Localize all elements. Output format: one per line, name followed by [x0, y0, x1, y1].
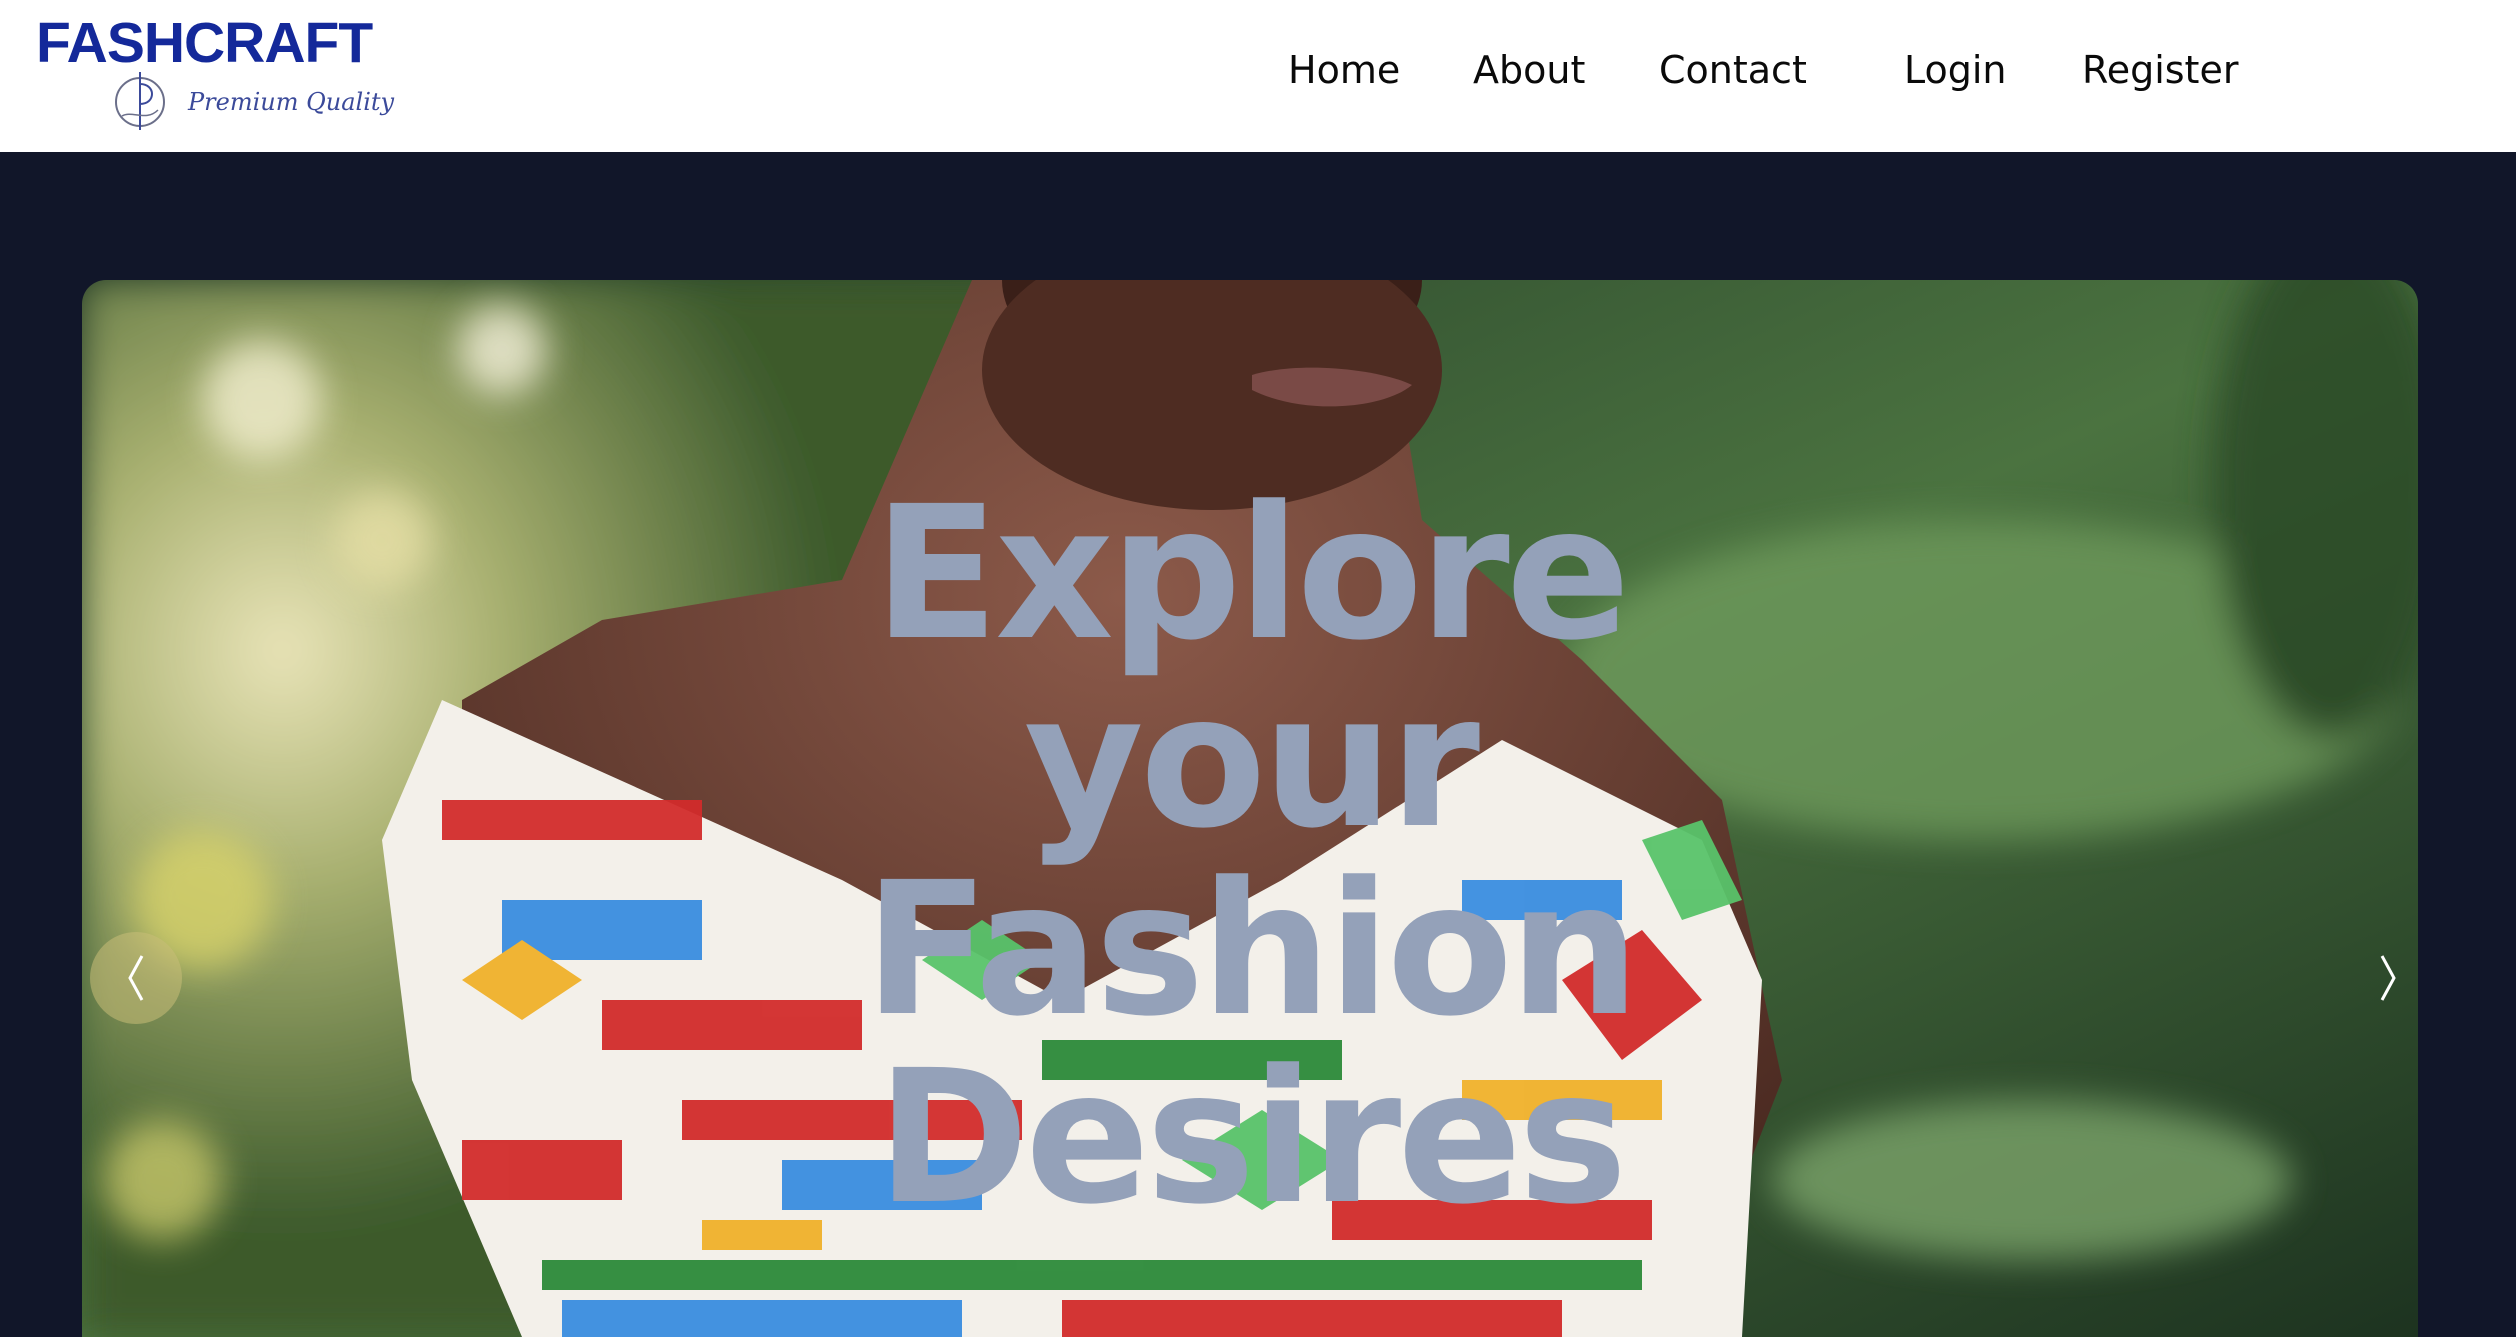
- needle-thread-icon: [115, 72, 165, 130]
- carousel-prev-button[interactable]: [90, 932, 182, 1024]
- hero-title-line: your: [1023, 655, 1480, 869]
- brand-tagline: Premium Quality: [188, 88, 395, 116]
- nav-home[interactable]: Home: [1288, 38, 1400, 102]
- hero-title-line: Explore: [873, 467, 1630, 681]
- nav-login[interactable]: Login: [1904, 38, 2007, 102]
- hero-carousel: Explore your Fashion Desires: [82, 280, 2418, 1337]
- hero-title: Explore your Fashion Desires: [650, 480, 1850, 1232]
- hero-title-line: Desires: [876, 1031, 1627, 1245]
- nav-contact[interactable]: Contact: [1659, 38, 1807, 102]
- carousel-next-button[interactable]: [2342, 932, 2418, 1024]
- brand-name: FASHCRAFT: [36, 11, 373, 75]
- chevron-right-icon: [2380, 955, 2396, 1001]
- site-header: FASHCRAFT Premium Quality Home About Con…: [0, 0, 2516, 152]
- chevron-left-icon: [128, 955, 144, 1001]
- nav-about[interactable]: About: [1473, 38, 1585, 102]
- brand-logo[interactable]: FASHCRAFT Premium Quality: [36, 8, 406, 132]
- hero-title-line: Fashion: [863, 843, 1640, 1057]
- nav-register[interactable]: Register: [2082, 38, 2238, 102]
